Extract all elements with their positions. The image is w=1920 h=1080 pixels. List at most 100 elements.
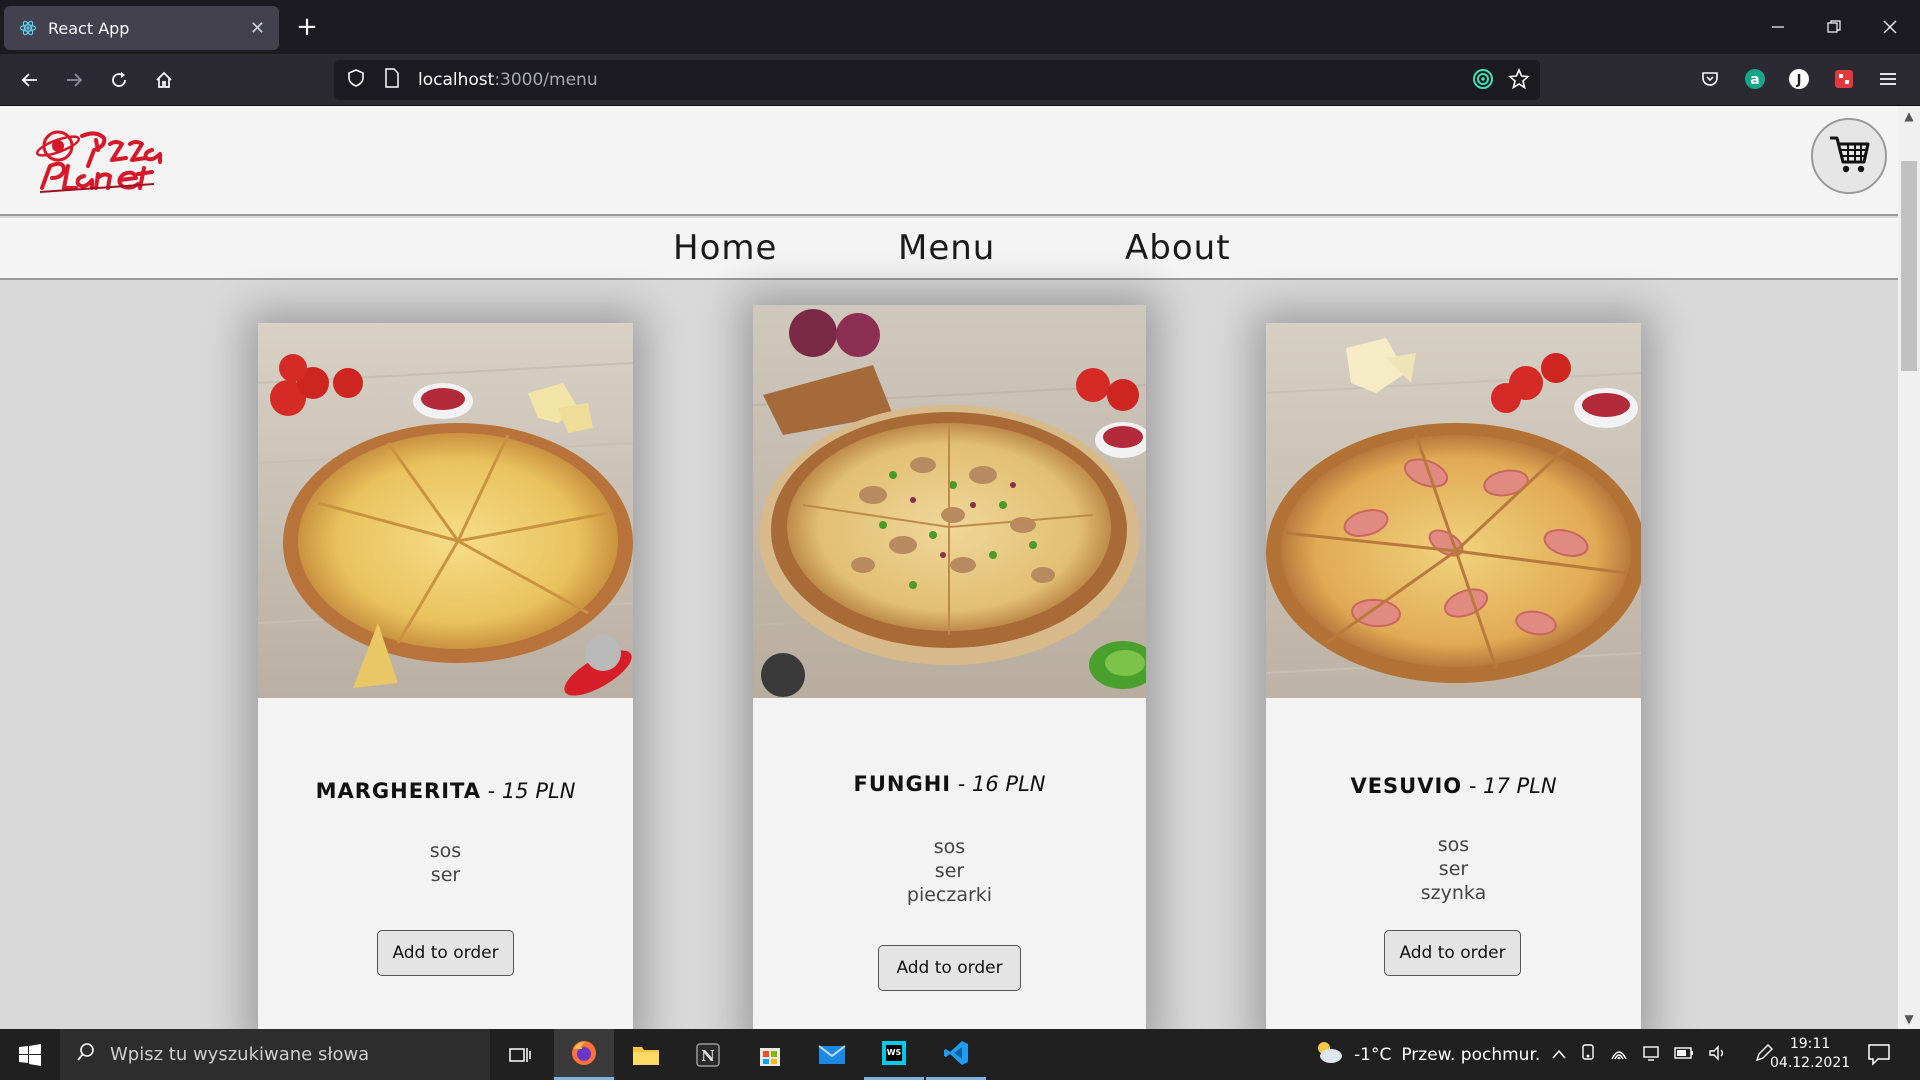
title-separator: -: [951, 772, 973, 796]
site-header: [0, 106, 1898, 216]
microsoft-store-icon[interactable]: [740, 1029, 800, 1080]
url-host: localhost: [418, 70, 495, 90]
pizza-name: VESUVIO: [1350, 774, 1463, 798]
pizza-price: 15 PLN: [501, 779, 576, 803]
new-tab-button[interactable]: +: [292, 12, 322, 42]
page-icon: [384, 67, 404, 93]
ingredient-item: sos: [1437, 834, 1470, 856]
pizza-photo-margherita: [258, 323, 633, 698]
add-to-order-button[interactable]: Add to order: [377, 930, 514, 976]
extension-j-icon[interactable]: J: [1786, 66, 1812, 92]
pocket-icon[interactable]: [1697, 66, 1723, 92]
svg-text:N: N: [701, 1047, 715, 1065]
wifi-icon[interactable]: [1610, 1045, 1628, 1065]
windows-taskbar: Wpisz tu wyszukiwane słowa N WS -1°C Prz…: [0, 1029, 1920, 1080]
notification-center-icon[interactable]: [1866, 1041, 1894, 1069]
webstorm-icon[interactable]: WS: [864, 1029, 924, 1080]
svg-text:J: J: [1796, 73, 1802, 88]
pizza-price: 17 PLN: [1483, 774, 1557, 798]
url-text: localhost:3000/menu: [418, 70, 598, 90]
ingredient-item: ser: [430, 864, 461, 886]
firefox-taskbar-icon[interactable]: [554, 1029, 614, 1080]
url-path: :3000/menu: [494, 70, 598, 90]
pizza-photo-funghi: [753, 305, 1146, 698]
pizza-price: 16 PLN: [972, 772, 1046, 796]
weather-widget[interactable]: -1°C Przew. pochmur.: [1314, 1029, 1540, 1080]
taskbar-search-box[interactable]: Wpisz tu wyszukiwane słowa: [60, 1029, 490, 1080]
nav-link-menu[interactable]: Menu: [898, 228, 995, 268]
ingredient-item: pieczarki: [906, 884, 993, 906]
scrollbar-thumb[interactable]: [1901, 161, 1917, 371]
extension-a-icon[interactable]: a: [1742, 66, 1768, 92]
menu-hamburger-icon[interactable]: [1875, 66, 1901, 92]
weather-description: Przew. pochmur.: [1401, 1044, 1541, 1065]
pizza-title: MARGHERITA - 15 PLN: [258, 779, 633, 803]
scroll-down-arrow-icon[interactable]: ▼: [1898, 1009, 1920, 1029]
minimize-button[interactable]: [1750, 0, 1806, 54]
bookmark-star-icon[interactable]: [1508, 67, 1530, 95]
ingredient-list: sos ser szynka: [1266, 833, 1641, 905]
ingredient-list: sos ser pieczarki: [753, 835, 1146, 907]
browser-toolbar: localhost:3000/menu a J: [0, 54, 1920, 106]
cart-button[interactable]: [1811, 118, 1887, 194]
tracking-protection-icon[interactable]: [1472, 68, 1494, 95]
svg-text:a: a: [1750, 72, 1759, 88]
tray-chevron-up-icon[interactable]: [1552, 1047, 1566, 1063]
windows-logo-icon: [19, 1043, 41, 1066]
title-separator: -: [1462, 774, 1484, 798]
nav-link-about[interactable]: About: [1125, 228, 1231, 268]
svg-text:WS: WS: [887, 1048, 902, 1057]
mail-icon[interactable]: [802, 1029, 862, 1080]
nav-link-home[interactable]: Home: [673, 228, 777, 268]
windows-start-button[interactable]: [0, 1029, 60, 1080]
taskbar-clock[interactable]: 19:11 04.12.2021: [1770, 1035, 1850, 1073]
cloud-sun-icon: [1314, 1039, 1344, 1070]
site-navigation: Home Menu About: [0, 218, 1898, 280]
add-to-order-button[interactable]: Add to order: [878, 945, 1021, 991]
tab-title: React App: [48, 18, 130, 38]
pizza-photo-vesuvio: [1266, 323, 1641, 698]
pizza-name: MARGHERITA: [315, 779, 481, 803]
add-to-order-button[interactable]: Add to order: [1384, 930, 1521, 976]
pizza-title: VESUVIO - 17 PLN: [1266, 774, 1641, 798]
task-view-icon[interactable]: [490, 1029, 550, 1080]
clock-date: 04.12.2021: [1770, 1055, 1851, 1071]
weather-temperature: -1°C: [1354, 1044, 1392, 1065]
menu-card-funghi: FUNGHI - 16 PLN sos ser pieczarki Add to…: [753, 305, 1146, 1029]
clock-time: 19:11: [1789, 1036, 1831, 1052]
page-viewport: Home Menu About MARGHERITA - 15 PLN sos …: [0, 106, 1898, 1029]
reload-icon[interactable]: [103, 64, 135, 96]
page-scrollbar[interactable]: ▲ ▼: [1898, 106, 1920, 1029]
system-tray: [1552, 1029, 1774, 1080]
shield-icon[interactable]: [346, 68, 368, 93]
react-icon: [18, 18, 38, 38]
pizza-planet-logo[interactable]: [35, 126, 171, 196]
back-arrow-icon[interactable]: [14, 64, 46, 96]
notion-icon[interactable]: N: [678, 1029, 738, 1080]
battery-icon[interactable]: [1674, 1046, 1694, 1063]
ingredient-item: sos: [933, 836, 966, 858]
volume-icon[interactable]: [1708, 1044, 1726, 1065]
forward-arrow-icon[interactable]: [58, 64, 90, 96]
tab-close-icon[interactable]: ✕: [250, 18, 265, 39]
ingredient-item: szynka: [1420, 882, 1487, 904]
close-window-button[interactable]: [1862, 0, 1918, 54]
browser-tab[interactable]: React App ✕: [4, 6, 279, 50]
menu-card-margherita: MARGHERITA - 15 PLN sos ser Add to order: [258, 323, 633, 1029]
extension-puzzle-icon[interactable]: [1831, 66, 1857, 92]
scroll-up-arrow-icon[interactable]: ▲: [1898, 106, 1920, 126]
menu-card-vesuvio: VESUVIO - 17 PLN sos ser szynka Add to o…: [1266, 323, 1641, 1029]
shopping-cart-icon: [1828, 134, 1870, 178]
file-explorer-icon[interactable]: [616, 1029, 676, 1080]
vscode-icon[interactable]: [926, 1029, 986, 1080]
pizza-name: FUNGHI: [853, 772, 952, 796]
address-bar[interactable]: localhost:3000/menu: [334, 60, 1540, 100]
search-placeholder: Wpisz tu wyszukiwane słowa: [110, 1044, 370, 1065]
network-icon[interactable]: [1642, 1045, 1660, 1065]
restore-button[interactable]: [1806, 0, 1862, 54]
device-icon[interactable]: [1580, 1043, 1596, 1066]
ingredient-item: ser: [934, 860, 965, 882]
pizza-title: FUNGHI - 16 PLN: [753, 772, 1146, 796]
title-separator: -: [481, 779, 502, 803]
home-icon[interactable]: [148, 64, 180, 96]
